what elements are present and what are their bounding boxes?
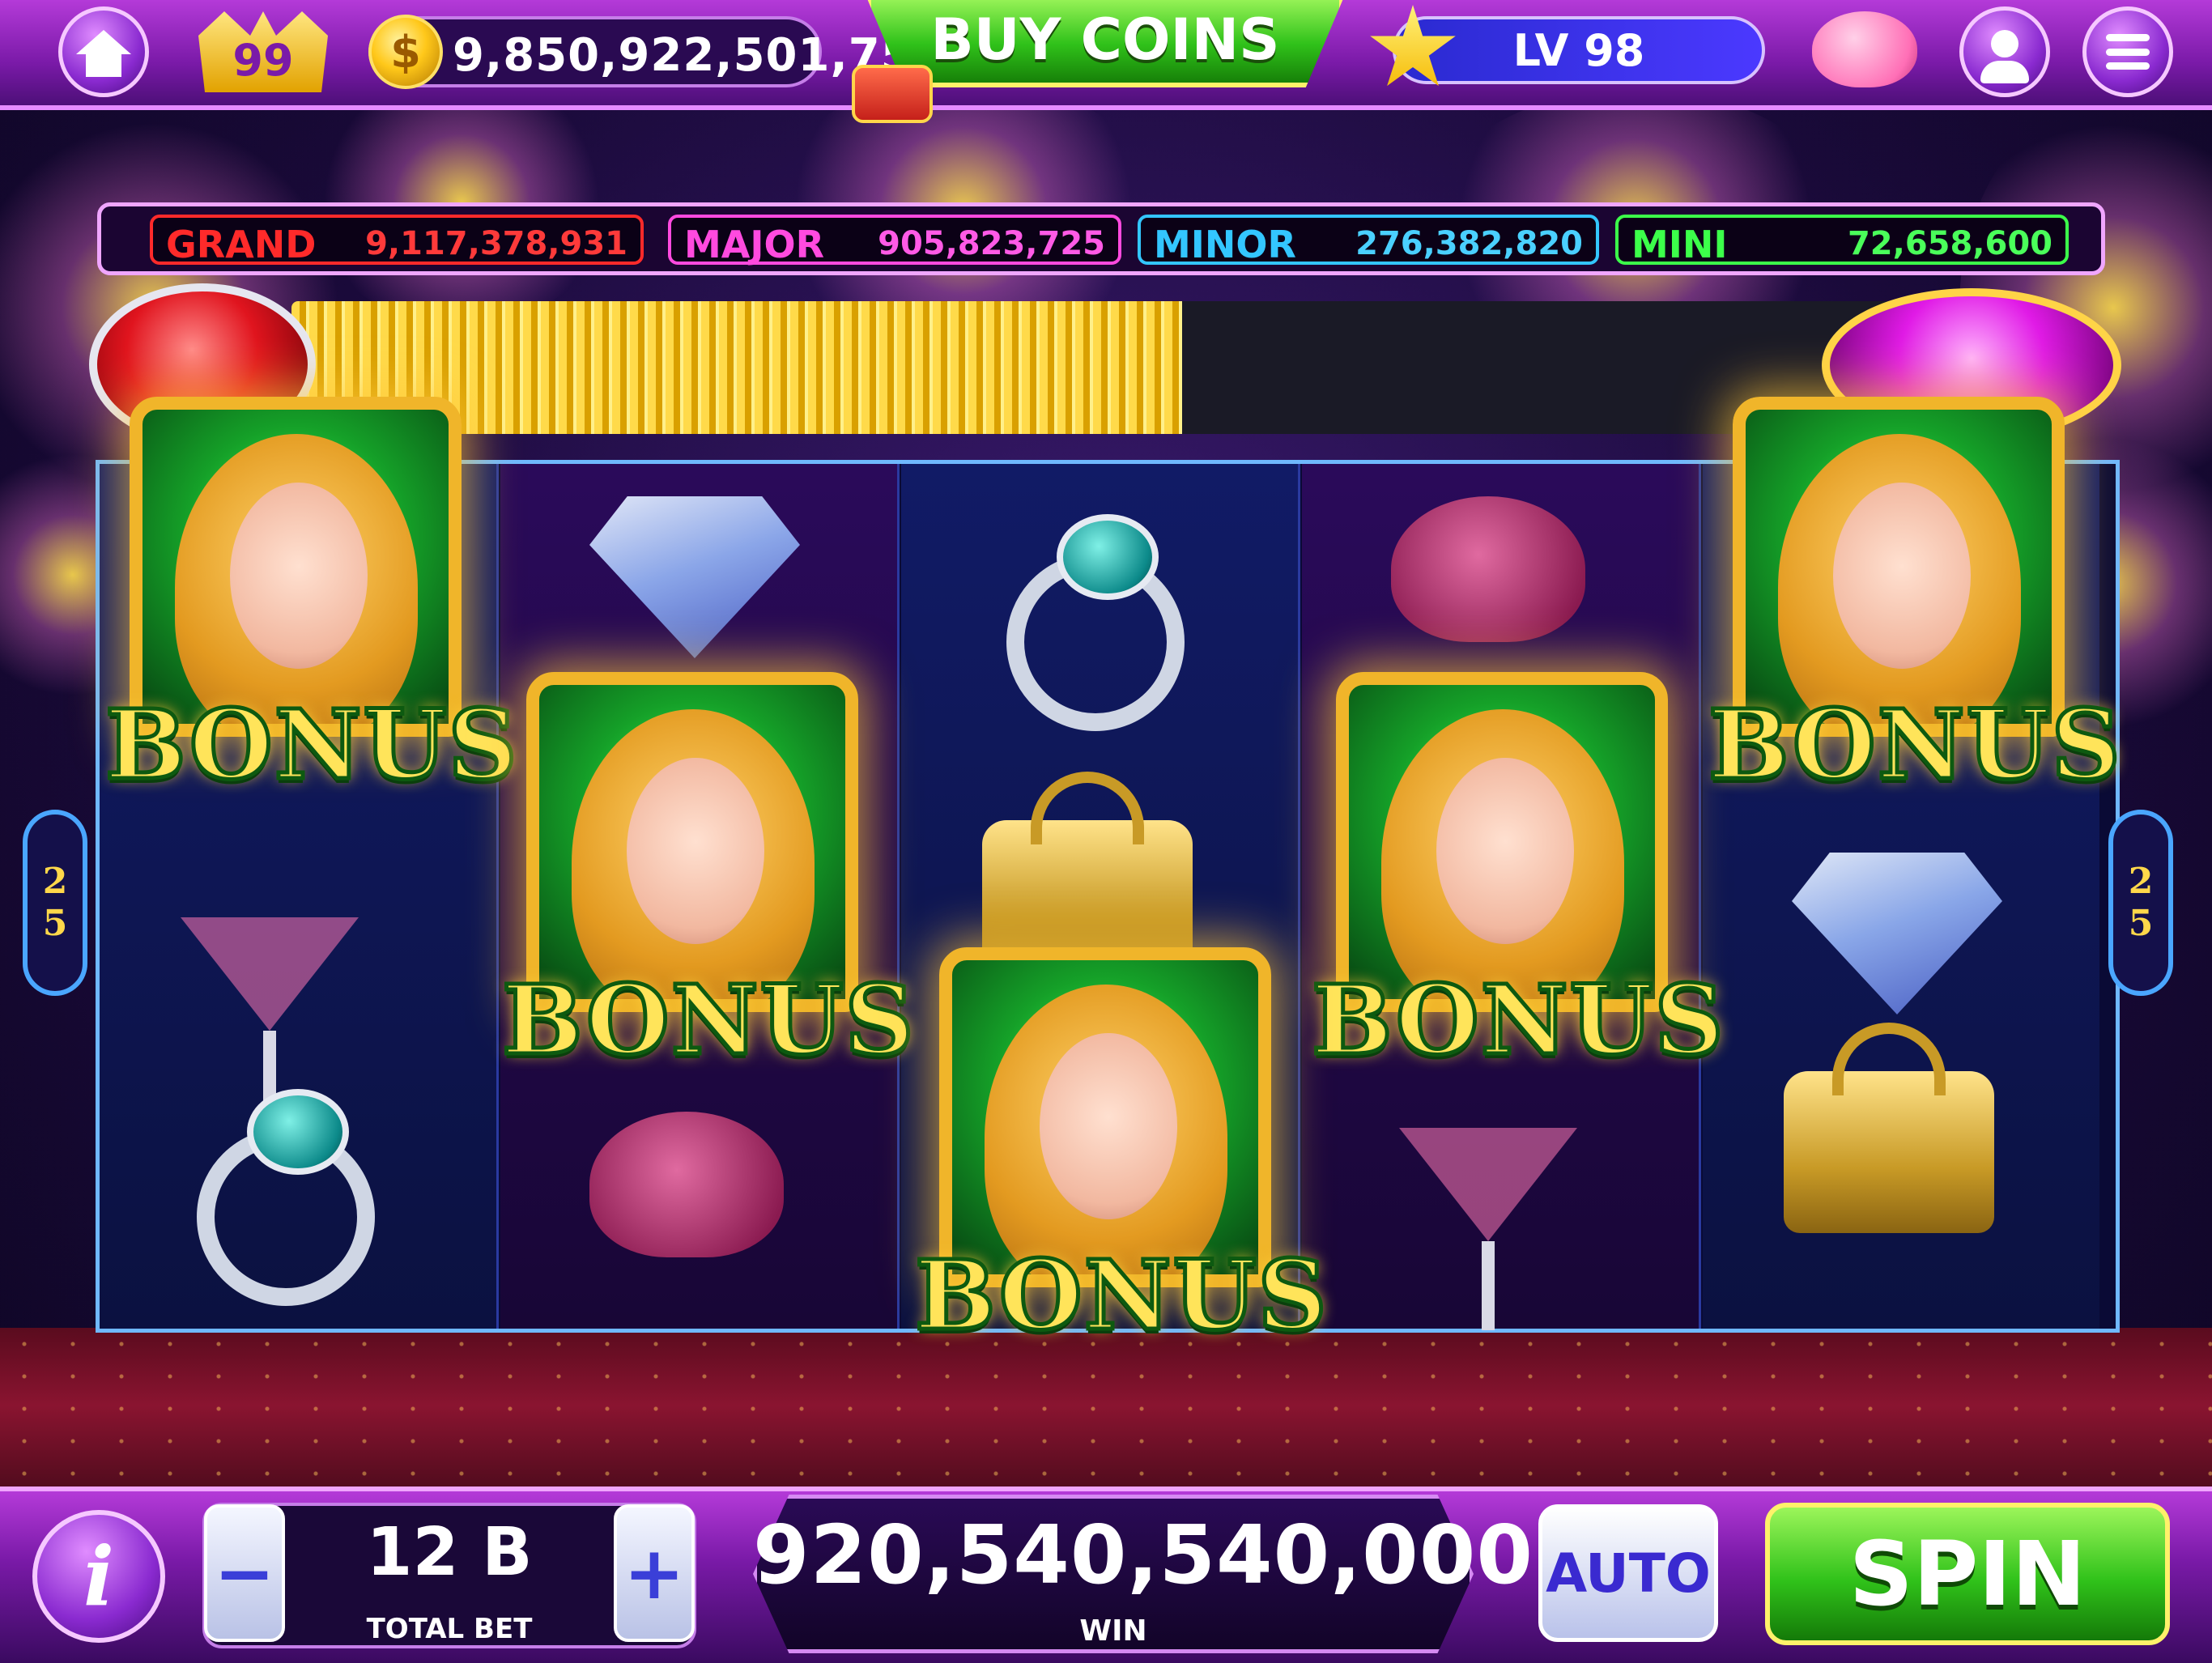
jackpot-progress-track <box>291 301 1911 434</box>
buy-coins-label: BUY COINS <box>930 6 1280 73</box>
martini-symbol <box>1399 1128 1577 1330</box>
woman-portrait <box>1436 758 1574 944</box>
woman-portrait <box>230 483 368 669</box>
paylines-right-indicator: 2 5 <box>2108 810 2173 996</box>
jackpot-major-label: MAJOR <box>684 223 825 266</box>
player-level-bar[interactable]: LV 98 <box>1393 16 1765 84</box>
info-icon: i <box>83 1529 114 1624</box>
woman-portrait <box>627 758 764 944</box>
bonus-label: BONUS <box>1310 962 1726 1078</box>
profile-button[interactable] <box>1959 6 2050 97</box>
jackpot-bar: GRAND 9,117,378,931 MAJOR 905,823,725 MI… <box>97 202 2105 275</box>
jackpot-minor-value: 276,382,820 <box>1355 225 1583 262</box>
jackpot-mini-value: 72,658,600 <box>1847 225 2052 262</box>
jackpot-grand: GRAND 9,117,378,931 <box>150 215 644 266</box>
jackpot-grand-label: GRAND <box>166 223 317 266</box>
bonus-label: BONUS <box>913 1237 1329 1354</box>
ring-symbol <box>197 1089 375 1306</box>
spin-button[interactable]: SPIN <box>1765 1503 2170 1645</box>
coin-icon: $ <box>368 15 443 89</box>
bonus-symbol: BONUS <box>104 397 520 803</box>
woman-portrait <box>1040 1033 1177 1219</box>
paylines-left-indicator: 2 5 <box>23 810 87 996</box>
total-bet-value: 12 B <box>366 1514 533 1591</box>
profile-icon-body <box>1980 61 2029 83</box>
bonus-label: BONUS <box>1707 687 2123 803</box>
jackpot-minor: MINOR 276,382,820 <box>1138 215 1599 266</box>
bonus-label: BONUS <box>104 687 520 803</box>
total-bet-label: TOTAL BET <box>366 1613 533 1645</box>
jewelry-hat-symbol <box>589 1112 784 1257</box>
paylines-left-digit-1: 2 <box>42 861 68 902</box>
home-button[interactable] <box>58 6 149 97</box>
coin-balance: $ 9,850,922,501,751 <box>368 15 945 89</box>
diamond-symbol <box>1792 853 2002 1014</box>
menu-button[interactable] <box>2082 6 2173 97</box>
jackpot-major: MAJOR 905,823,725 <box>668 215 1121 266</box>
jackpot-mini: MINI 72,658,600 <box>1615 215 2069 266</box>
piggy-bank-icon[interactable] <box>1812 11 1917 87</box>
paylines-left-digit-2: 5 <box>42 903 68 944</box>
auto-spin-button[interactable]: AUTO <box>1538 1504 1718 1642</box>
bonus-symbol: BONUS <box>913 947 1329 1354</box>
jackpot-major-value: 905,823,725 <box>878 225 1105 262</box>
ring-symbol <box>1006 514 1185 731</box>
crown-level-value: 99 <box>232 35 294 86</box>
bonus-symbol: BONUS <box>1707 397 2123 803</box>
player-level-label: LV 98 <box>1512 24 1645 76</box>
martini-symbol <box>181 917 359 1120</box>
jewelry-hat-symbol <box>1391 496 1585 642</box>
profile-icon <box>1991 30 2018 57</box>
win-label: WIN <box>1079 1614 1147 1648</box>
bonus-label: BONUS <box>500 962 917 1078</box>
buy-coins-button[interactable]: BUY COINS <box>866 0 1344 87</box>
diamond-symbol <box>589 496 800 658</box>
decrease-bet-button[interactable]: − <box>204 1504 285 1642</box>
jackpot-minor-label: MINOR <box>1154 223 1296 266</box>
hamburger-menu-icon <box>2106 34 2150 70</box>
woman-portrait <box>1833 483 1971 669</box>
win-amount: 920,540,540,000 <box>753 1508 1534 1602</box>
info-button[interactable]: i <box>32 1510 165 1643</box>
home-icon <box>76 30 131 77</box>
crown-level-badge[interactable]: 99 <box>198 11 328 92</box>
treasure-chest-icon[interactable] <box>852 65 933 123</box>
paylines-right-digit-2: 5 <box>2128 903 2154 944</box>
increase-bet-button[interactable]: + <box>614 1504 695 1642</box>
bonus-symbol: BONUS <box>1310 672 1726 1078</box>
paylines-right-digit-1: 2 <box>2128 861 2154 902</box>
jackpot-grand-value: 9,117,378,931 <box>365 225 627 262</box>
bonus-symbol: BONUS <box>500 672 917 1078</box>
jackpot-mini-label: MINI <box>1631 223 1728 266</box>
handbag-symbol <box>1784 1023 1994 1233</box>
